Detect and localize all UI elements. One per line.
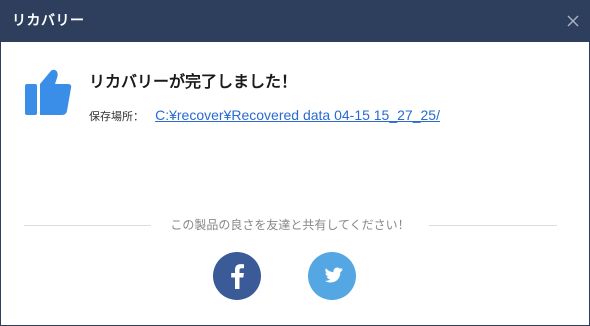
share-prompt: この製品の良さを友達と共有してください！ <box>170 218 410 232</box>
completion-heading: リカバリーが完了しました！ <box>89 72 298 91</box>
title-bar: リカバリー <box>1 1 589 42</box>
twitter-icon <box>324 267 343 283</box>
save-location-link[interactable]: C:¥recover¥Recovered data 04-15 15_27_25… <box>155 107 440 123</box>
close-icon <box>567 15 579 27</box>
recovery-dialog: リカバリー リカバリーが完了しました！ 保存場所： C:¥recover¥Rec… <box>0 0 590 326</box>
facebook-share-button[interactable] <box>213 252 261 300</box>
divider-left <box>24 225 151 226</box>
save-location-label: 保存場所： <box>89 110 144 123</box>
thumbs-up-icon <box>25 69 72 115</box>
close-button[interactable] <box>565 13 581 29</box>
divider-right <box>429 225 557 226</box>
twitter-share-button[interactable] <box>308 252 356 300</box>
save-location-row: 保存場所： C:¥recover¥Recovered data 04-15 15… <box>89 106 440 124</box>
window-title: リカバリー <box>12 13 85 29</box>
facebook-icon <box>231 264 244 289</box>
